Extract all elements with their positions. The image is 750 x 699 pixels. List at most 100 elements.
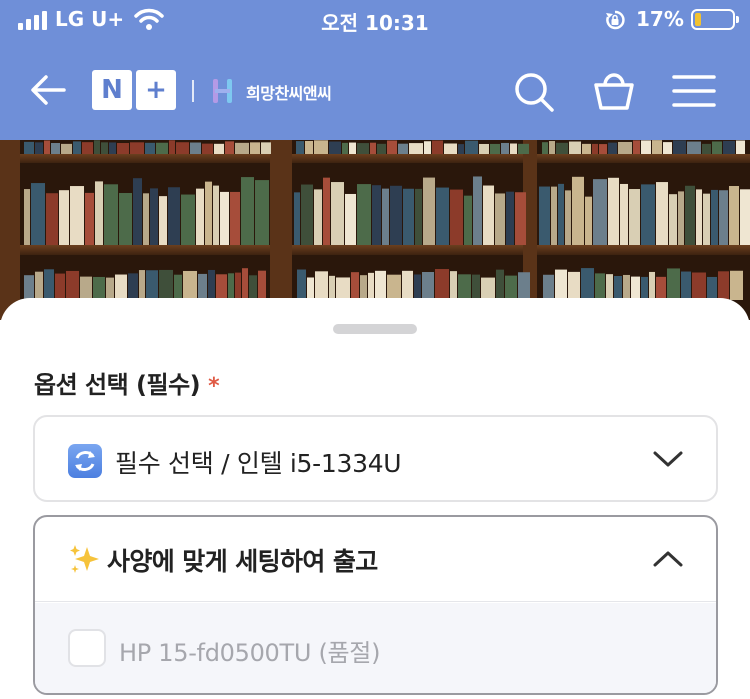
book-spine [235, 272, 241, 300]
book-spine [556, 142, 568, 154]
book-spine [458, 144, 464, 154]
selected-option-value: 필수 선택 / 인텔 i5-1334U [115, 449, 402, 478]
book-spine [581, 268, 594, 300]
book-spine [119, 193, 132, 245]
book-spine [382, 188, 389, 245]
book-spine [159, 269, 173, 300]
book-spine [435, 269, 449, 300]
sheet-grabber[interactable] [333, 324, 417, 334]
book-spine [349, 142, 356, 154]
book-spine [465, 140, 478, 154]
book-spine [357, 143, 369, 154]
back-arrow-icon[interactable] [26, 70, 70, 110]
bookshelf-banner-image [0, 140, 750, 320]
book-spine [501, 142, 509, 154]
nplus-logo[interactable]: N + [92, 70, 176, 110]
book-spine [146, 270, 158, 300]
book-spine [181, 194, 195, 245]
book-spine [70, 186, 84, 245]
book-spine [608, 177, 619, 245]
option-list-item[interactable]: HP 15-fd0500TU (품절) [35, 603, 716, 693]
option-select[interactable]: 필수 선택 / 인텔 i5-1334U [33, 415, 718, 502]
app-header: N + 희망찬씨앤씨 [0, 40, 750, 140]
book-spine [582, 143, 591, 154]
book-spine [255, 180, 269, 245]
shopping-basket-icon[interactable] [592, 68, 636, 112]
book-spine [301, 184, 313, 245]
book-spine [360, 275, 367, 300]
book-spine [506, 191, 514, 245]
book-spine [623, 274, 630, 300]
book-spine [109, 142, 116, 154]
book-spine [24, 141, 34, 154]
option-label: HP 15-fd0500TU (품절) [119, 639, 381, 667]
book-spine [663, 142, 672, 154]
book-spine [101, 142, 108, 154]
option-group-header[interactable]: 사양에 맞게 세팅하여 출고 [35, 517, 716, 602]
book-spine [176, 142, 189, 154]
book-spine [565, 190, 571, 245]
book-spine [515, 192, 526, 245]
book-spine [618, 141, 632, 154]
battery-icon [691, 9, 739, 30]
book-spine [258, 270, 266, 300]
book-spine [82, 142, 93, 154]
book-spine [558, 183, 564, 245]
book-spine [667, 268, 680, 300]
nplus-logo-n: N [92, 70, 132, 110]
book-spine [593, 179, 607, 245]
book-spine [539, 186, 550, 245]
book-spine [205, 181, 212, 245]
book-spine [692, 272, 706, 300]
book-spine [444, 143, 457, 154]
option-checkbox[interactable] [68, 629, 106, 667]
sparkles-icon [70, 545, 99, 573]
book-spine [723, 140, 735, 154]
book-spine [104, 184, 118, 245]
book-spine [464, 195, 472, 245]
book-spine [73, 141, 81, 154]
book-spine [368, 272, 374, 300]
book-spine [128, 273, 138, 300]
book-spine [377, 143, 386, 154]
book-spine [35, 271, 43, 300]
brand-mark-icon [213, 79, 232, 103]
book-spine [24, 275, 34, 300]
book-spine [483, 185, 494, 245]
book-spine [329, 141, 341, 154]
book-spine [80, 276, 92, 300]
book-spine [543, 274, 554, 300]
book-spine [424, 141, 431, 154]
search-icon[interactable] [512, 70, 556, 114]
book-spine [213, 185, 219, 245]
book-spine [208, 269, 215, 300]
book-spine [585, 196, 592, 245]
book-spine [44, 269, 54, 300]
book-spine [712, 141, 722, 154]
book-spine [115, 274, 127, 300]
hamburger-menu-icon[interactable] [672, 74, 716, 108]
book-spine [174, 274, 182, 300]
book-spine [345, 193, 356, 245]
book-spine [678, 191, 684, 245]
book-spine [342, 142, 348, 154]
book-spine [143, 193, 149, 245]
option-bottom-sheet: 옵션 선택 (필수) * 필수 선택 / 인텔 i5-1334U 사양에 맞게 세… [0, 298, 750, 699]
book-spine [409, 143, 423, 154]
book-spine [555, 269, 567, 300]
book-spine [106, 277, 114, 300]
book-spine [432, 140, 443, 154]
book-spine [133, 178, 142, 245]
book-spine [357, 184, 371, 245]
book-spine [216, 274, 227, 300]
book-spine [606, 274, 613, 300]
book-spine [599, 144, 607, 154]
book-spine [458, 274, 471, 300]
book-spine [481, 277, 495, 300]
book-spine [242, 268, 248, 300]
bookshelf-illustration [0, 140, 750, 320]
book-spine [228, 273, 234, 300]
brand-name: 희망찬씨앤씨 [246, 84, 332, 103]
book-spine [315, 271, 328, 300]
status-bar: LG U+ 오전 10:31 17% [0, 0, 750, 40]
